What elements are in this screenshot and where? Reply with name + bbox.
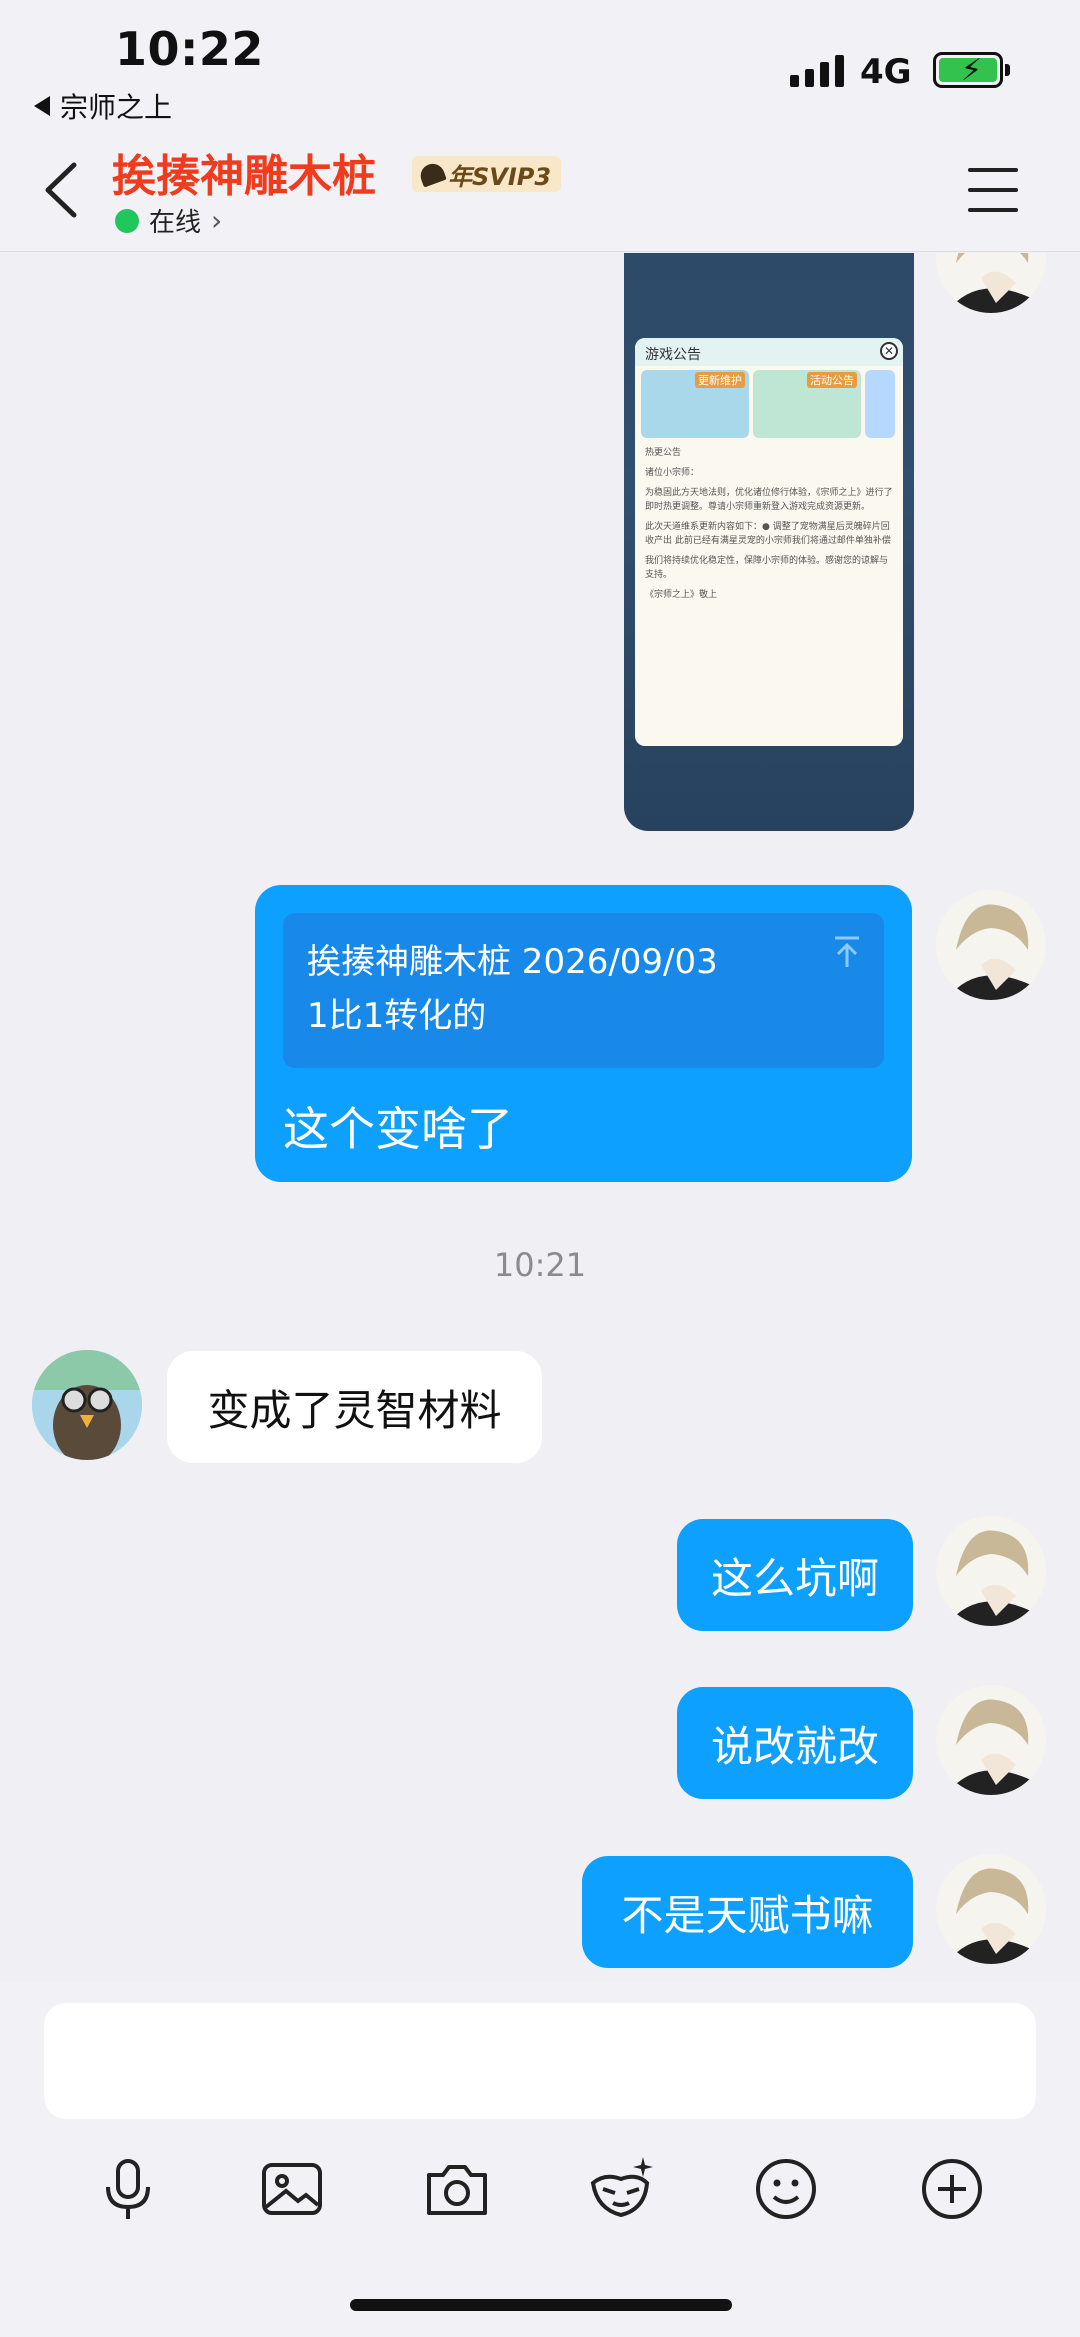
close-icon: ✕ [880, 342, 898, 360]
message-incoming[interactable]: 变成了灵智材料 [167, 1351, 542, 1463]
message-outgoing[interactable]: 不是天赋书嘛 [582, 1856, 913, 1968]
menu-button[interactable] [968, 168, 1018, 212]
avatar-self-image [936, 1516, 1046, 1626]
quote-text: 1比1转化的 [307, 996, 487, 1036]
notice-signature: 《宗师之上》敬上 [645, 590, 718, 600]
face-sticker-icon [590, 2157, 653, 2218]
avatar-self-image [936, 1854, 1046, 1964]
composer-toolbar [0, 2153, 1080, 2233]
avatar-self[interactable] [936, 1685, 1046, 1795]
microphone-icon [106, 2159, 150, 2219]
signal-strength-icon [790, 55, 844, 87]
back-button[interactable] [36, 155, 86, 225]
voice-button[interactable] [92, 2153, 164, 2225]
notice-title: 游戏公告 [645, 347, 701, 363]
contact-name[interactable]: 挨揍神雕木桩 [112, 140, 376, 204]
message-outgoing[interactable]: 说改就改 [677, 1687, 913, 1799]
sticker-button[interactable] [585, 2153, 657, 2225]
avatar-self-image [936, 1685, 1046, 1795]
notice-tab-more [865, 370, 895, 438]
notice-paragraph-3: 我们将持续优化稳定性，保障小宗师的体验。感谢您的谅解与支持。 [645, 556, 889, 580]
online-dot-icon [115, 208, 139, 233]
notice-greeting: 诸位小宗师： [645, 468, 700, 478]
back-app-label: 宗师之上 [60, 91, 173, 124]
chat-header: 挨揍神雕木桩 年SVIP3 在线 › [0, 130, 1080, 252]
status-bar: 10:22 宗师之上 4G ⚡ [0, 0, 1080, 130]
game-notice-screenshot: 游戏公告 ✕ 更新维护 活动公告 热更公告 诸位小宗师： 为稳固此方天地法则，优… [635, 338, 903, 746]
network-type: 4G [860, 52, 912, 92]
online-status-label: 在线 [149, 208, 202, 238]
avatar-self[interactable] [936, 1854, 1046, 1964]
online-status[interactable]: 在线 › [115, 202, 222, 239]
avatar-contact[interactable] [32, 1350, 142, 1460]
emoji-icon [756, 2159, 816, 2219]
notice-tab-maintenance: 更新维护 [641, 370, 749, 438]
back-to-app-link[interactable]: 宗师之上 [34, 86, 172, 126]
notice-paragraph-2: 此次天道维系更新内容如下：● 调整了宠物满星后灵魄碎片回收产出 此前已经有满星灵… [645, 522, 891, 546]
notice-heading: 热更公告 [645, 448, 682, 458]
avatar-self-image [936, 253, 1046, 313]
quoted-reply-bubble[interactable]: 挨揍神雕木桩 2026/09/03 1比1转化的 这个变啥了 [255, 885, 912, 1182]
avatar-self[interactable] [936, 1516, 1046, 1626]
vip-crown-icon [417, 160, 447, 188]
photo-button[interactable] [256, 2153, 328, 2225]
chat-messages[interactable]: 游戏公告 ✕ 更新维护 活动公告 热更公告 诸位小宗师： 为稳固此方天地法则，优… [0, 253, 1080, 1983]
quote-header: 挨揍神雕木桩 2026/09/03 [307, 942, 718, 982]
plus-icon [922, 2159, 982, 2219]
vip-badge-label: 年SVIP3 [448, 162, 552, 191]
avatar-self[interactable] [936, 890, 1046, 1000]
chevron-right-icon: › [211, 204, 223, 237]
battery-icon: ⚡ [933, 52, 1010, 88]
avatar-self[interactable] [936, 253, 1046, 313]
quoted-message[interactable]: 挨揍神雕木桩 2026/09/03 1比1转化的 [283, 913, 884, 1068]
notice-tab-event: 活动公告 [753, 370, 861, 438]
back-triangle-icon [34, 96, 50, 116]
emoji-button[interactable] [750, 2153, 822, 2225]
vip-badge: 年SVIP3 [412, 156, 562, 192]
image-icon [262, 2163, 322, 2215]
notice-paragraph-1: 为稳固此方天地法则，优化诸位修行体验，《宗师之上》进行了即时热更调整。尊请小宗师… [645, 488, 893, 512]
camera-button[interactable] [421, 2153, 493, 2225]
avatar-self-image [936, 890, 1046, 1000]
home-indicator[interactable] [350, 2299, 732, 2311]
reply-text: 这个变啥了 [283, 1102, 513, 1156]
image-message[interactable]: 游戏公告 ✕ 更新维护 活动公告 热更公告 诸位小宗师： 为稳固此方天地法则，优… [624, 253, 914, 831]
message-timestamp: 10:21 [493, 1246, 587, 1284]
message-outgoing[interactable]: 这么坑啊 [677, 1519, 913, 1631]
chevron-left-icon [45, 162, 77, 218]
avatar-contact-image [32, 1350, 142, 1460]
message-input[interactable] [44, 2003, 1036, 2119]
more-button[interactable] [916, 2153, 988, 2225]
camera-icon [427, 2165, 487, 2215]
jump-to-quote-icon[interactable] [832, 935, 862, 969]
composer [0, 1983, 1080, 2337]
status-time: 10:22 [115, 22, 264, 76]
